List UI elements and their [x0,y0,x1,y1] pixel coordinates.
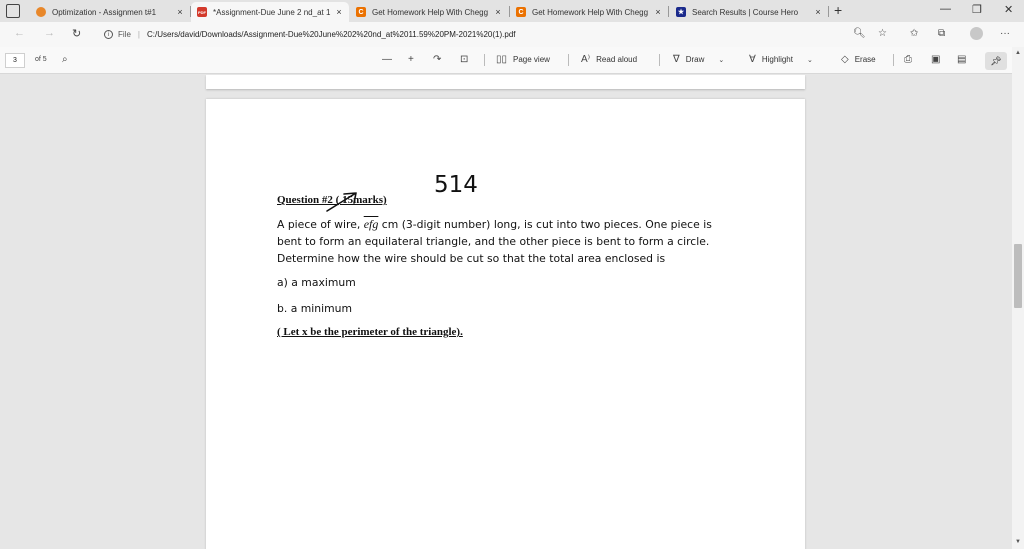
problem-line-2: bent to form an equilateral triangle, an… [277,235,710,248]
save-icon[interactable]: ▣ [931,54,940,65]
hint-text: ( Let x be the perimeter of the triangle… [277,326,463,338]
url-text: C:/Users/david/Downloads/Assignment-Due%… [146,30,516,39]
tab-title: Optimization - Assignmen t#1 [52,7,157,17]
pdf-page: Question #2 ( 15marks) 514 A piece of wi… [206,99,805,549]
scheme-label: File [118,30,131,39]
tab-actions-icon[interactable] [6,4,20,18]
read-aloud-icon: A⁾ [581,54,591,65]
draw-icon: ∇ [673,54,680,65]
toolbar-divider [659,54,660,66]
line-suffix: cm (3-digit number) long, is cut into tw… [378,218,712,231]
read-aloud-label: Read aloud [596,55,638,64]
forward-icon[interactable]: → [44,27,55,39]
variable-efg: efg [363,217,379,231]
pdf-toolbar: 3 of 5 ⌕ — + ↷ ⊡ ▯▯ Page view A⁾ Read al… [0,47,1024,74]
tab-favicon [36,7,46,17]
profile-icon[interactable] [970,27,983,40]
save-as-icon[interactable]: ▤ [957,54,966,65]
close-icon[interactable]: × [174,7,186,17]
toolbar-divider [568,54,569,66]
search-icon[interactable]: ⌕ [62,54,68,65]
rotate-icon[interactable]: ↷ [433,54,441,65]
close-icon[interactable]: × [652,7,664,17]
tab-divider [828,6,829,17]
page-view-button[interactable]: ▯▯ Page view [496,54,550,65]
address-bar-row: ← → ↻ i File | C:/Users/david/Downloads/… [0,22,1024,47]
scroll-down-icon[interactable]: ▼ [1015,539,1021,545]
tab-assignment-pdf[interactable]: PDF *Assignment-Due June 2 nd_at 1 × [191,2,349,22]
tab-optimization[interactable]: Optimization - Assignmen t#1 × [30,2,190,22]
problem-line-3: Determine how the wire should be cut so … [277,252,666,265]
draw-button[interactable]: ∇ Draw ⌄ [673,54,724,65]
toolbar-divider [893,54,894,66]
zoom-icon[interactable]: 🔍︎ [853,28,866,39]
close-icon[interactable]: × [333,7,345,17]
refresh-icon[interactable]: ↻ [72,27,81,40]
more-icon[interactable]: ··· [1000,28,1010,39]
restore-icon[interactable]: ❐ [972,3,982,16]
highlight-label: Highlight [761,55,793,64]
scroll-up-icon[interactable]: ▲ [1015,50,1021,56]
window-close-icon[interactable]: ✕ [1004,3,1013,16]
problem-text: A piece of wire, efg cm (3-digit number)… [277,216,737,267]
zoom-in-icon[interactable]: + [408,54,414,65]
fit-icon[interactable]: ⊡ [460,54,468,65]
chegg-icon: C [356,7,366,17]
favorites-add-icon[interactable]: ☆ [878,28,887,39]
close-icon[interactable]: × [492,7,504,17]
scrollbar[interactable]: ▲ ▼ [1012,47,1024,549]
info-icon[interactable]: i [104,30,113,39]
tab-chegg-1[interactable]: C Get Homework Help With Chegg × [350,2,508,22]
tab-bar: Optimization - Assignmen t#1 × PDF *Assi… [0,0,1024,22]
highlight-icon: ∀ [749,54,756,65]
erase-button[interactable]: ◇ Erase [841,54,876,65]
course-hero-icon: ★ [676,7,686,17]
toolbar-divider [484,54,485,66]
tab-chegg-2[interactable]: C Get Homework Help With Chegg × [510,2,668,22]
address-divider: | [137,30,140,39]
highlight-button[interactable]: ∀ Highlight ⌄ [749,54,813,65]
chevron-down-icon[interactable]: ⌄ [718,56,724,64]
page-view-icon: ▯▯ [496,54,508,65]
chevron-down-icon[interactable]: ⌄ [807,56,813,64]
draw-label: Draw [685,55,705,64]
pin-icon[interactable]: 📌︎ [985,52,1007,70]
pdf-icon: PDF [197,7,207,17]
tab-title: Search Results | Course Hero [692,7,799,17]
previous-page [206,75,805,89]
tab-title: *Assignment-Due June 2 nd_at 1 [213,7,331,17]
option-b: b. a minimum [277,302,353,315]
tab-divider [668,6,669,17]
option-a: a) a maximum [277,276,356,289]
problem-line-1: A piece of wire, efg cm (3-digit number)… [277,216,737,233]
line-prefix: A piece of wire, [277,218,364,231]
close-icon[interactable]: × [812,7,824,17]
scrollbar-thumb[interactable] [1014,244,1022,308]
pdf-viewer[interactable]: Question #2 ( 15marks) 514 A piece of wi… [0,75,1012,549]
minimize-icon[interactable]: — [940,3,951,15]
collections-icon[interactable]: ⧉ [938,28,945,39]
page-total: of 5 [35,56,47,63]
page-view-label: Page view [513,55,550,64]
new-tab-button[interactable]: + [834,2,842,18]
back-icon[interactable]: ← [14,27,25,39]
favorites-icon[interactable]: ✩ [910,28,918,39]
address-field[interactable]: i File | C:/Users/david/Downloads/Assign… [96,25,906,44]
erase-icon: ◇ [841,54,849,65]
read-aloud-button[interactable]: A⁾ Read aloud [581,54,637,65]
print-icon[interactable]: ⎙ [904,54,912,65]
page-number-input[interactable]: 3 [5,53,25,68]
tab-title: Get Homework Help With Chegg [532,7,649,17]
erase-label: Erase [854,55,876,64]
tab-title: Get Homework Help With Chegg [372,7,489,17]
tab-course-hero[interactable]: ★ Search Results | Course Hero × [670,2,828,22]
chegg-icon: C [516,7,526,17]
zoom-out-icon[interactable]: — [382,54,392,65]
ink-arrow-icon [326,192,357,212]
handwritten-note: 514 [434,172,478,198]
